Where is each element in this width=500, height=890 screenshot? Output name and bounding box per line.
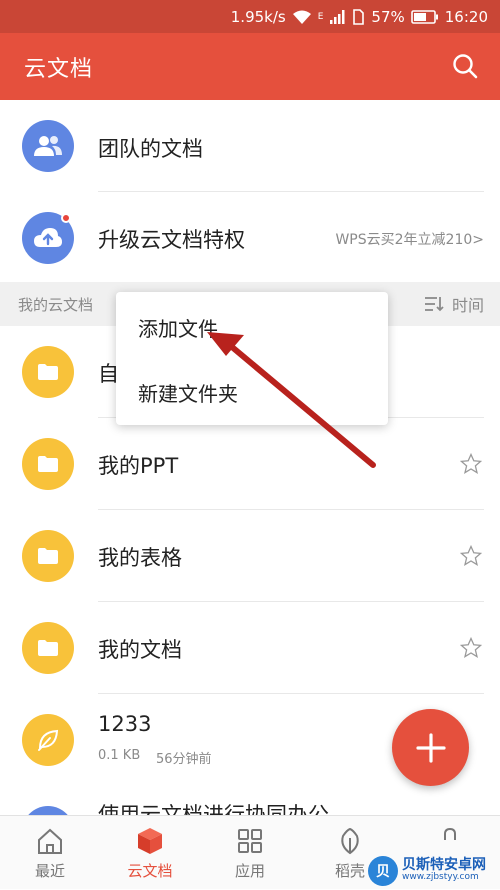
watermark: 贝 贝斯特安卓网 www.zjbstyy.com [368, 852, 500, 889]
nav-item-apps[interactable]: 应用 [200, 816, 300, 890]
cube-icon [138, 828, 162, 854]
watermark-url: www.zjbstyy.com [402, 872, 479, 883]
nav-label: 最近 [34, 862, 65, 880]
plus-icon [415, 732, 446, 763]
watermark-logo-icon: 贝 [368, 855, 398, 886]
nav-label: 稻壳 [334, 862, 365, 880]
nav-label: 云文档 [127, 862, 173, 880]
nav-item-cloud-docs[interactable]: 云文档 [100, 816, 200, 890]
watermark-text: 贝斯特安卓网 [402, 857, 486, 874]
home-icon [38, 828, 62, 854]
leaf-nav-icon [341, 827, 359, 855]
nav-item-recent[interactable]: 最近 [0, 816, 100, 890]
grid-icon [238, 829, 262, 853]
add-button[interactable] [392, 709, 469, 786]
nav-label: 应用 [234, 862, 265, 880]
